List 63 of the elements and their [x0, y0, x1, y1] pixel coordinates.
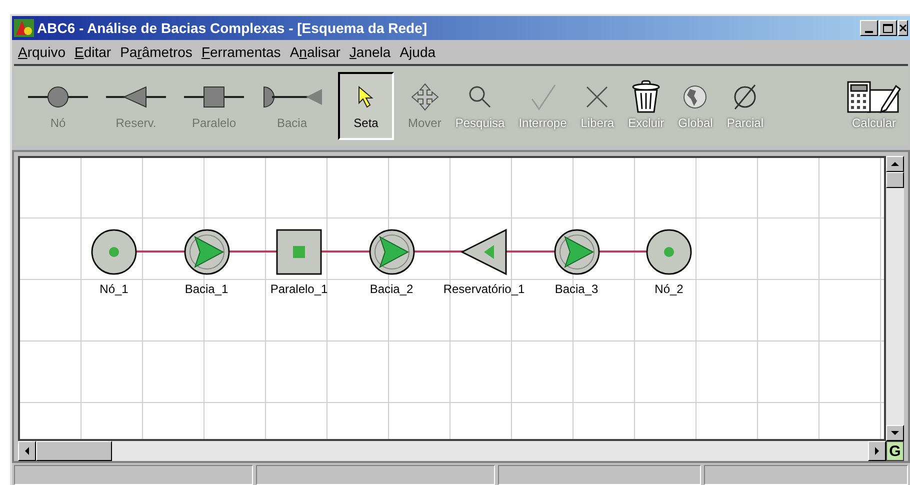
menu-item[interactable]: Parâmetros — [120, 42, 192, 62]
menu-item[interactable]: Ferramentas — [201, 42, 281, 62]
close-icon — [899, 24, 907, 32]
scroll-thumb[interactable] — [36, 441, 112, 461]
reservoir-symbol[interactable] — [460, 228, 508, 276]
app-logo-icon — [14, 19, 34, 37]
scroll-up-button[interactable] — [886, 156, 904, 172]
basin-symbol[interactable] — [368, 228, 416, 276]
up-arrow-icon — [891, 162, 899, 166]
node-label: Bacia_2 — [370, 281, 414, 298]
maximize-button[interactable] — [879, 20, 897, 36]
scroll-thumb[interactable] — [886, 172, 904, 188]
close-button[interactable] — [898, 20, 908, 36]
menu-item[interactable]: Arquivo — [18, 42, 66, 62]
tool-button[interactable]: Reserv. — [100, 72, 172, 140]
node-label: Reservatório_1 — [443, 281, 525, 298]
tool-button[interactable]: Bacia — [256, 72, 328, 140]
pointer-icon — [356, 85, 376, 109]
down-arrow-icon — [891, 431, 899, 435]
menu-item[interactable]: Janela — [349, 42, 391, 62]
tool-button[interactable]: Interrope — [514, 72, 571, 140]
node-label: Nó_1 — [100, 281, 128, 298]
tool-button[interactable]: Libera — [576, 72, 618, 140]
tool-button[interactable]: Calcular — [842, 72, 906, 140]
trash-icon — [631, 80, 662, 114]
triangle-line-icon — [104, 85, 168, 109]
maximize-icon — [883, 24, 893, 32]
node-label: Nó_2 — [654, 281, 684, 298]
tool-button[interactable]: Excluir — [624, 72, 668, 140]
minimize-button[interactable] — [860, 20, 878, 36]
move-icon — [410, 83, 439, 111]
tool-button[interactable]: Parcial — [722, 72, 768, 140]
grid-button[interactable]: G — [886, 441, 904, 461]
calculator-pen-icon — [846, 80, 902, 114]
right-arrow-icon — [875, 447, 879, 455]
parallel-symbol[interactable] — [275, 228, 323, 276]
square-line-icon — [182, 85, 246, 109]
node-label: Bacia_3 — [554, 281, 598, 298]
tool-button[interactable]: Seta — [338, 72, 394, 140]
check-icon — [528, 83, 557, 111]
menu-item[interactable]: Editar — [74, 42, 112, 62]
basin-symbol[interactable] — [182, 228, 230, 276]
node-label: Bacia_1 — [184, 281, 228, 298]
menu-item[interactable]: Analisar — [290, 42, 340, 62]
scroll-left-button[interactable] — [18, 441, 36, 461]
scroll-right-button[interactable] — [868, 441, 886, 461]
minimize-icon — [865, 31, 873, 33]
tool-button[interactable]: Nó — [22, 72, 94, 140]
node-symbol[interactable] — [90, 228, 138, 276]
node-symbol[interactable] — [645, 228, 693, 276]
tool-button[interactable]: Global — [674, 72, 717, 140]
node-line-icon — [26, 85, 90, 109]
menu-item[interactable]: Ajuda — [400, 42, 436, 62]
scroll-down-button[interactable] — [886, 425, 904, 441]
left-arrow-icon — [25, 447, 29, 455]
tool-button[interactable]: Mover — [404, 72, 446, 140]
search-icon — [467, 84, 494, 110]
globe-icon — [682, 84, 708, 110]
basin-symbol[interactable] — [552, 228, 600, 276]
node-label: Paralelo_1 — [270, 281, 328, 298]
tool-button[interactable]: Pesquisa — [451, 72, 509, 140]
window-title: ABC6 - Análise de Bacias Complexas - [Esquema da Rede] — [37, 18, 428, 38]
tool-button[interactable]: Paralelo — [178, 72, 250, 140]
